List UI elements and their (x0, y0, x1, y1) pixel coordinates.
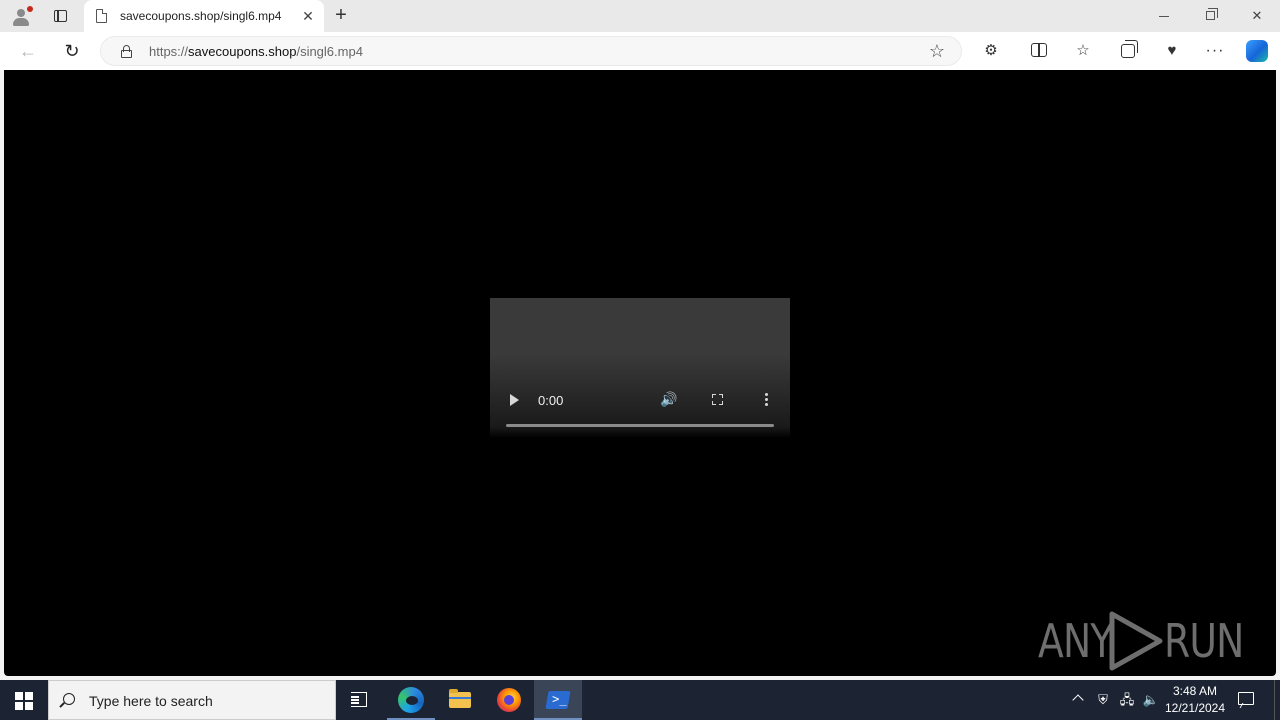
volume-icon[interactable]: 🔊 (660, 391, 677, 408)
tab-actions-icon[interactable] (48, 4, 72, 28)
address-bar[interactable]: https://savecoupons.shop/singl6.mp4 ☆ (100, 36, 962, 66)
reload-button[interactable]: ↻ (58, 37, 86, 65)
tab-strip: savecoupons.shop/singl6.mp4 ✕ + ✕ (0, 0, 1280, 32)
progress-bar[interactable] (506, 424, 774, 427)
search-icon (63, 693, 75, 705)
fullscreen-icon[interactable] (712, 394, 723, 405)
new-tab-button[interactable]: + (330, 4, 352, 28)
file-explorer-icon[interactable] (436, 680, 484, 720)
anyrun-watermark: ANY RUN (1036, 610, 1244, 672)
defender-icon[interactable]: ⛨ (1092, 680, 1114, 720)
powershell-icon[interactable]: >_ (534, 680, 582, 720)
notifications-icon[interactable] (1236, 690, 1256, 710)
collections-icon[interactable] (1116, 39, 1140, 63)
url-text[interactable]: https://savecoupons.shop/singl6.mp4 (149, 44, 363, 59)
watermark-any: ANY (1038, 614, 1113, 668)
minimize-button[interactable] (1141, 0, 1187, 32)
more-options-icon[interactable] (765, 393, 768, 407)
current-time: 0:00 (538, 393, 564, 408)
copilot-icon[interactable] (1245, 39, 1269, 63)
network-icon[interactable]: 🖧 (1116, 680, 1138, 720)
url-domain: savecoupons.shop (188, 44, 297, 59)
url-scheme: https:// (149, 44, 189, 59)
watermark-run: RUN (1164, 614, 1244, 668)
clock-date: 12/21/2024 (1164, 701, 1226, 715)
close-window-button[interactable]: ✕ (1234, 0, 1280, 32)
url-path: /singl6.mp4 (296, 44, 363, 59)
favorites-icon[interactable]: ☆ (1071, 39, 1095, 63)
taskbar: Type here to search >_ ⛨ 🖧 🔈 3:48 AM 12/… (0, 680, 1280, 720)
taskbar-search[interactable]: Type here to search (48, 680, 336, 720)
search-placeholder: Type here to search (89, 693, 213, 709)
play-triangle-icon (1109, 611, 1163, 671)
file-icon (96, 9, 107, 23)
page-viewport: 0:00 🔊 (4, 70, 1276, 676)
task-view-icon[interactable] (336, 680, 384, 720)
browser-toolbar: ← ↻ https://savecoupons.shop/singl6.mp4 … (0, 32, 1280, 70)
extensions-icon[interactable]: ⚙ (979, 39, 1003, 63)
lock-icon[interactable] (121, 45, 132, 58)
favorite-star-icon[interactable]: ☆ (927, 41, 947, 61)
performance-icon[interactable]: ♥ (1160, 39, 1184, 63)
tab-title: savecoupons.shop/singl6.mp4 (120, 9, 282, 23)
video-player[interactable]: 0:00 🔊 (490, 298, 790, 438)
tab-close-icon[interactable]: ✕ (300, 8, 316, 24)
show-desktop-button[interactable] (1274, 680, 1280, 720)
split-screen-icon[interactable] (1027, 39, 1051, 63)
clock-time: 3:48 AM (1172, 684, 1218, 698)
play-icon[interactable] (510, 394, 519, 406)
show-hidden-icons-icon[interactable] (1068, 680, 1088, 720)
more-icon[interactable]: ··· (1203, 39, 1227, 63)
start-button[interactable] (0, 680, 48, 720)
system-clock[interactable]: 3:48 AM 12/21/2024 (1162, 683, 1228, 717)
volume-tray-icon[interactable]: 🔈 (1140, 680, 1162, 720)
profile-icon[interactable] (8, 4, 34, 28)
restore-button[interactable] (1188, 0, 1234, 32)
firefox-icon[interactable] (485, 680, 533, 720)
active-tab[interactable]: savecoupons.shop/singl6.mp4 ✕ (84, 0, 324, 32)
edge-icon[interactable] (387, 680, 435, 720)
back-button[interactable]: ← (14, 37, 42, 65)
